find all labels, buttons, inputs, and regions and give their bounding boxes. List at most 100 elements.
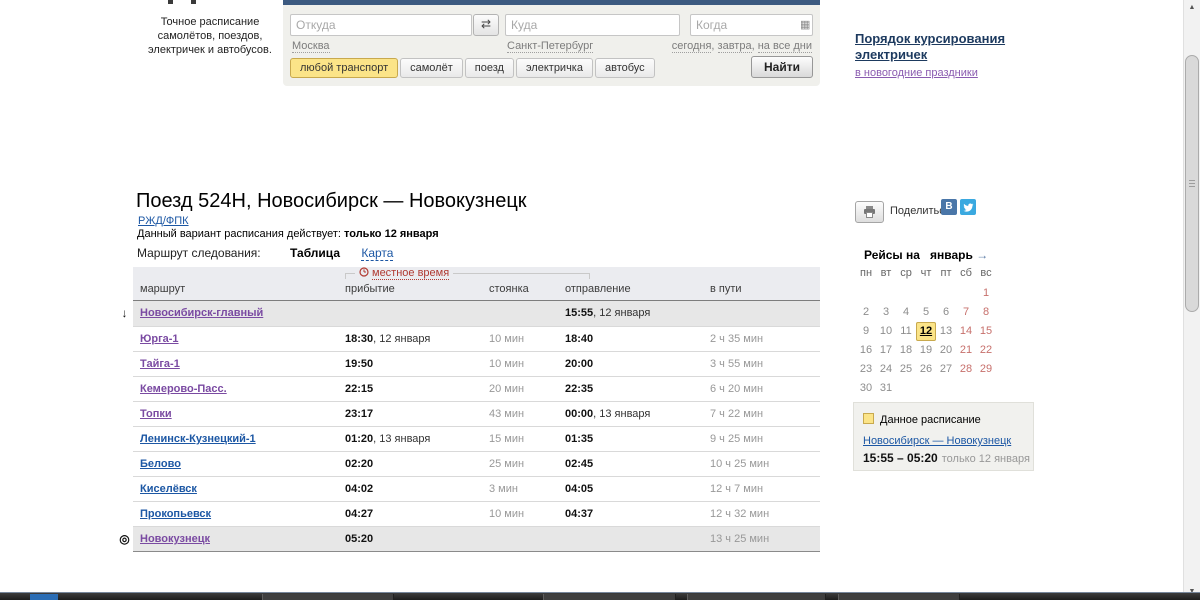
transport-tabs: любой транспортсамолётпоездэлектричкаавт… [290, 58, 657, 78]
calendar-month-link[interactable]: январь → [930, 248, 988, 262]
transport-tab[interactable]: поезд [465, 58, 514, 78]
carrier-link[interactable]: РЖД/ФПК [138, 215, 189, 227]
calendar-day[interactable]: 13 [936, 322, 956, 341]
taskbar-button [687, 594, 826, 600]
departure-date: , 12 января [593, 307, 650, 319]
calendar-day[interactable]: 21 [956, 341, 976, 360]
scrollbar-thumb[interactable] [1185, 55, 1199, 312]
calendar-picker-icon[interactable]: ▦ [800, 18, 810, 31]
travel-time: 10 ч 25 мин [710, 452, 769, 477]
calendar-day[interactable]: 16 [856, 341, 876, 360]
weekday-label: вт [876, 265, 896, 282]
vk-share-icon[interactable]: В [941, 199, 957, 215]
calendar-empty-cell [936, 284, 956, 303]
date-shortcut-link[interactable]: завтра [718, 40, 752, 53]
table-row: ↓Новосибирск-главный15:55, 12 января [133, 301, 820, 326]
calendar-day[interactable]: 15 [976, 322, 996, 341]
route-view-switch: Маршрут следования: Таблица Карта [137, 246, 393, 260]
calendar-day[interactable]: 22 [976, 341, 996, 360]
calendar-day[interactable]: 10 [876, 322, 896, 341]
tab-map-view[interactable]: Карта [361, 246, 393, 261]
calendar-day[interactable]: 23 [856, 360, 876, 379]
calendar-day[interactable]: 20 [936, 341, 956, 360]
calendar-day[interactable]: 27 [936, 360, 956, 379]
tab-table-view[interactable]: Таблица [290, 246, 340, 260]
station-link[interactable]: Киселёвск [140, 477, 197, 502]
calendar-day[interactable]: 28 [956, 360, 976, 379]
calendar-day[interactable]: 25 [896, 360, 916, 379]
calendar-empty-cell [896, 379, 916, 398]
calendar-day[interactable]: 29 [976, 360, 996, 379]
schedule-route-link[interactable]: Новосибирск — Новокузнецк [863, 435, 1033, 447]
calendar-day[interactable]: 9 [856, 322, 876, 341]
find-button[interactable]: Найти [751, 56, 813, 78]
date-shortcut-link[interactable]: на все дни [758, 40, 812, 53]
departure-date: , 13 января [593, 408, 650, 420]
calendar-day[interactable]: 2 [856, 303, 876, 322]
scrollbar[interactable]: ▲ ▼ [1183, 0, 1200, 600]
station-link[interactable]: Новокузнецк [140, 527, 210, 552]
date-shortcut-link[interactable]: сегодня [672, 40, 712, 53]
calendar-day[interactable]: 14 [956, 322, 976, 341]
calendar-empty-cell [896, 284, 916, 303]
station-link[interactable]: Белово [140, 452, 181, 477]
station-link[interactable]: Прокопьевск [140, 502, 211, 527]
transport-tab[interactable]: автобус [595, 58, 655, 78]
calendar-day[interactable]: 24 [876, 360, 896, 379]
station-link[interactable]: Кемерово-Пасс. [140, 377, 227, 402]
electrichka-schedule-link[interactable]: Порядок курсирования электричек [855, 31, 1013, 63]
to-input[interactable] [505, 14, 680, 36]
print-button[interactable] [855, 201, 884, 223]
calendar-day[interactable]: 4 [896, 303, 916, 322]
calendar-day[interactable]: 3 [876, 303, 896, 322]
calendar-day[interactable]: 5 [916, 303, 936, 322]
calendar-day[interactable]: 17 [876, 341, 896, 360]
column-header: прибытие [345, 283, 395, 295]
arrival-cell: 01:20, 13 января [345, 427, 430, 452]
from-suggestion-link[interactable]: Москва [292, 40, 330, 53]
arrival-time: 04:02 [345, 483, 373, 495]
swap-directions-button[interactable]: ⇄ [473, 14, 499, 36]
arrival-time: 05:20 [345, 533, 373, 545]
table-row: Киселёвск04:023 мин04:0512 ч 7 мин [133, 476, 820, 501]
transport-tab[interactable]: электричка [516, 58, 593, 78]
to-suggestion-link[interactable]: Санкт-Петербург [507, 40, 593, 53]
weekday-label: вс [976, 265, 996, 282]
calendar-day[interactable]: 30 [856, 379, 876, 398]
local-time-text[interactable]: местное время [372, 267, 449, 280]
calendar-day[interactable]: 18 [896, 341, 916, 360]
date-input[interactable] [690, 14, 813, 36]
date-shortcut-links: сегодня, завтра, на все дни [672, 40, 812, 52]
calendar-day[interactable]: 11 [896, 322, 916, 341]
calendar-day[interactable]: 6 [936, 303, 956, 322]
departure-time: 04:05 [565, 483, 593, 495]
transport-tab[interactable]: любой транспорт [290, 58, 398, 78]
arrival-date: , 12 января [373, 333, 430, 345]
calendar-title: Рейсы на [864, 248, 920, 262]
twitter-share-icon[interactable] [960, 199, 976, 215]
holidays-link[interactable]: в новогодние праздники [855, 67, 978, 79]
calendar-day[interactable]: 12 [916, 322, 936, 341]
calendar-day[interactable]: 26 [916, 360, 936, 379]
departure-time: 20:00 [565, 358, 593, 370]
from-input[interactable] [290, 14, 472, 36]
calendar-day[interactable]: 19 [916, 341, 936, 360]
calendar-day[interactable]: 31 [876, 379, 896, 398]
search-form: ⇄ ▦ Москва Санкт-Петербург сегодня, завт… [283, 0, 820, 86]
scroll-up-icon[interactable]: ▲ [1184, 0, 1200, 16]
station-link[interactable]: Тайга-1 [140, 352, 180, 377]
station-link[interactable]: Новосибирск-главный [140, 301, 263, 326]
twitter-bird-icon [962, 201, 974, 213]
arrival-cell: 02:20 [345, 452, 373, 477]
calendar-day[interactable]: 1 [976, 284, 996, 303]
station-link[interactable]: Топки [140, 402, 172, 427]
calendar-day[interactable]: 8 [976, 303, 996, 322]
calendar-day[interactable]: 7 [956, 303, 976, 322]
route-table-body: ↓Новосибирск-главный15:55, 12 январяЮрга… [133, 301, 820, 551]
travel-time: 12 ч 7 мин [710, 477, 763, 502]
taskbar-button [838, 594, 960, 600]
station-link[interactable]: Ленинск-Кузнецкий-1 [140, 427, 256, 452]
promo-links: Порядок курсирования электричек в нового… [855, 31, 1013, 81]
transport-tab[interactable]: самолёт [400, 58, 463, 78]
station-link[interactable]: Юрга-1 [140, 327, 179, 352]
